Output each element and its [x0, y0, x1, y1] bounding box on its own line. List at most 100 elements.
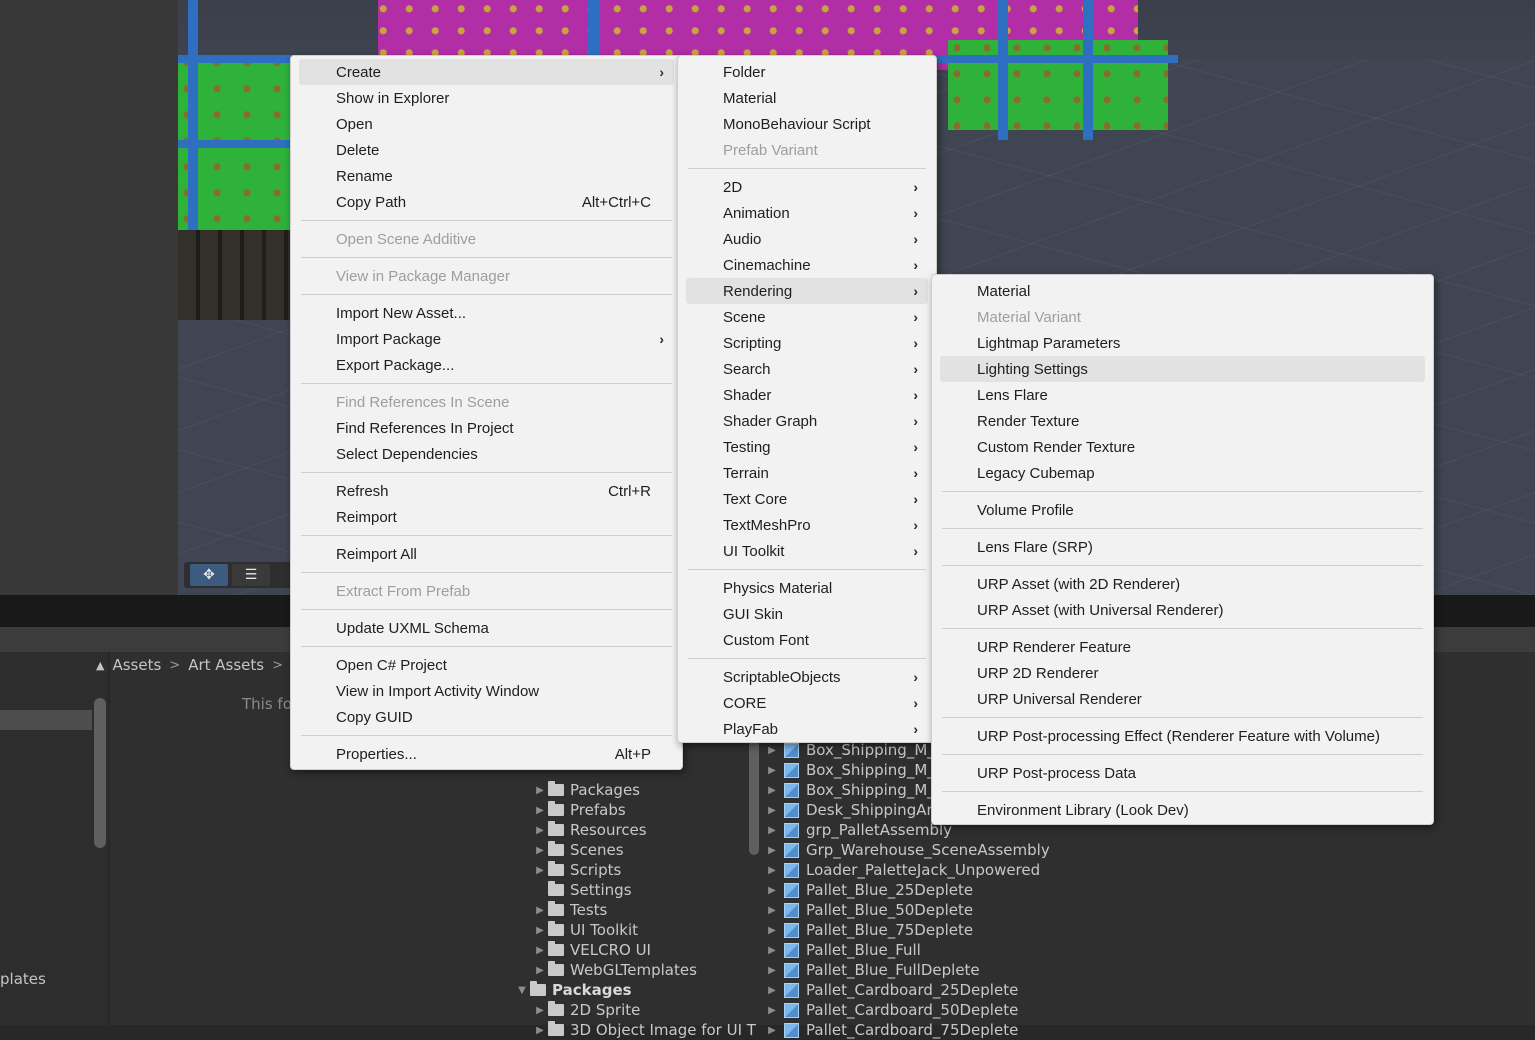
menu-item-rename[interactable]: Rename: [299, 163, 674, 189]
menu-item-render-material[interactable]: Material: [940, 278, 1425, 304]
expand-arrow-icon[interactable]: ▶: [764, 865, 780, 876]
menu-item-refresh[interactable]: Refresh Ctrl+R: [299, 478, 674, 504]
menu-item-import-new-asset[interactable]: Import New Asset...: [299, 300, 674, 326]
menu-item-custom-font[interactable]: Custom Font: [686, 627, 928, 653]
tree-item-resources[interactable]: ▶ Resources: [512, 820, 756, 840]
asset-item[interactable]: ▶ Pallet_Cardboard_50Deplete: [764, 1000, 1050, 1020]
asset-item[interactable]: ▶ Pallet_Blue_75Deplete: [764, 920, 1050, 940]
menu-item-2d[interactable]: 2D ›: [686, 174, 928, 200]
expand-arrow-icon[interactable]: ▶: [764, 985, 780, 996]
menu-item-create[interactable]: Create ›: [299, 59, 674, 85]
menu-item-copy-path[interactable]: Copy Path Alt+Ctrl+C: [299, 189, 674, 215]
menu-item-gui-skin[interactable]: GUI Skin: [686, 601, 928, 627]
breadcrumb-item[interactable]: Assets: [112, 656, 161, 674]
menu-item-show-in-explorer[interactable]: Show in Explorer: [299, 85, 674, 111]
tree-item-scenes[interactable]: ▶ Scenes: [512, 840, 756, 860]
menu-item-textmeshpro[interactable]: TextMeshPro ›: [686, 512, 928, 538]
menu-item-urp-2d-renderer[interactable]: URP 2D Renderer: [940, 660, 1425, 686]
expand-arrow-icon[interactable]: ▶: [532, 845, 548, 856]
menu-item-folder[interactable]: Folder: [686, 59, 928, 85]
menu-item-lighting-settings[interactable]: Lighting Settings: [940, 356, 1425, 382]
menu-item-urp-postprocess-effect[interactable]: URP Post-processing Effect (Renderer Fea…: [940, 723, 1425, 749]
tree-item-2d-sprite[interactable]: ▶ 2D Sprite: [512, 1000, 756, 1020]
expand-arrow-icon[interactable]: ▶: [532, 805, 548, 816]
menu-item-volume-profile[interactable]: Volume Profile: [940, 497, 1425, 523]
expand-arrow-icon[interactable]: ▶: [532, 825, 548, 836]
scroll-up-icon[interactable]: ▲: [96, 659, 104, 672]
partial-folder-label[interactable]: plates: [0, 970, 46, 988]
expand-arrow-icon[interactable]: ▶: [532, 1025, 548, 1036]
expand-arrow-icon[interactable]: ▶: [532, 965, 548, 976]
menu-item-scene[interactable]: Scene ›: [686, 304, 928, 330]
menu-item-physics-material[interactable]: Physics Material: [686, 575, 928, 601]
asset-item[interactable]: ▶ Pallet_Blue_25Deplete: [764, 880, 1050, 900]
menu-item-search[interactable]: Search ›: [686, 356, 928, 382]
expand-arrow-icon[interactable]: ▶: [532, 785, 548, 796]
menu-item-urp-universal-renderer[interactable]: URP Universal Renderer: [940, 686, 1425, 712]
tree-item-settings[interactable]: Settings: [512, 880, 756, 900]
expand-arrow-icon[interactable]: ▶: [764, 925, 780, 936]
expand-arrow-icon[interactable]: ▶: [764, 845, 780, 856]
menu-item-urp-asset-universal[interactable]: URP Asset (with Universal Renderer): [940, 597, 1425, 623]
asset-item[interactable]: ▶ Pallet_Cardboard_75Deplete: [764, 1020, 1050, 1040]
tree-item-3d-object-image[interactable]: ▶ 3D Object Image for UI T: [512, 1020, 756, 1040]
menu-item-select-dependencies[interactable]: Select Dependencies: [299, 441, 674, 467]
expand-arrow-icon[interactable]: ▶: [764, 785, 780, 796]
tree-item-webgltemplates[interactable]: ▶ WebGLTemplates: [512, 960, 756, 980]
tree-item-tests[interactable]: ▶ Tests: [512, 900, 756, 920]
menu-item-view-import-activity[interactable]: View in Import Activity Window: [299, 678, 674, 704]
menu-item-open-csharp-project[interactable]: Open C# Project: [299, 652, 674, 678]
asset-item[interactable]: ▶ Loader_PaletteJack_Unpowered: [764, 860, 1050, 880]
move-icon[interactable]: ✥: [190, 564, 228, 586]
expand-arrow-icon[interactable]: ▶: [764, 765, 780, 776]
asset-item[interactable]: ▶ Pallet_Cardboard_25Deplete: [764, 980, 1050, 1000]
menu-item-shader-graph[interactable]: Shader Graph ›: [686, 408, 928, 434]
tree-item-scripts[interactable]: ▶ Scripts: [512, 860, 756, 880]
expand-arrow-icon[interactable]: ▶: [532, 945, 548, 956]
menu-item-urp-postprocess-data[interactable]: URP Post-process Data: [940, 760, 1425, 786]
collapse-arrow-icon[interactable]: ▼: [514, 985, 530, 996]
menu-item-reimport[interactable]: Reimport: [299, 504, 674, 530]
expand-arrow-icon[interactable]: ▶: [532, 1005, 548, 1016]
asset-item[interactable]: ▶ Pallet_Blue_50Deplete: [764, 900, 1050, 920]
expand-arrow-icon[interactable]: ▶: [764, 745, 780, 756]
expand-arrow-icon[interactable]: ▶: [764, 965, 780, 976]
menu-item-properties[interactable]: Properties... Alt+P: [299, 741, 674, 767]
asset-item[interactable]: ▶ Pallet_Blue_Full: [764, 940, 1050, 960]
menu-item-shader[interactable]: Shader ›: [686, 382, 928, 408]
expand-arrow-icon[interactable]: ▶: [764, 885, 780, 896]
expand-arrow-icon[interactable]: ▶: [532, 905, 548, 916]
menu-item-environment-library[interactable]: Environment Library (Look Dev): [940, 797, 1425, 823]
menu-item-scriptable-objects[interactable]: ScriptableObjects ›: [686, 664, 928, 690]
expand-arrow-icon[interactable]: ▶: [764, 825, 780, 836]
menu-item-urp-renderer-feature[interactable]: URP Renderer Feature: [940, 634, 1425, 660]
menu-item-custom-render-texture[interactable]: Custom Render Texture: [940, 434, 1425, 460]
menu-item-copy-guid[interactable]: Copy GUID: [299, 704, 674, 730]
expand-arrow-icon[interactable]: ▶: [764, 805, 780, 816]
menu-item-export-package[interactable]: Export Package...: [299, 352, 674, 378]
folder-panel-scrollbar[interactable]: [94, 698, 106, 848]
tree-item-prefabs[interactable]: ▶ Prefabs: [512, 800, 756, 820]
menu-item-rendering[interactable]: Rendering ›: [686, 278, 928, 304]
menu-item-import-package[interactable]: Import Package ›: [299, 326, 674, 352]
menu-item-find-refs-project[interactable]: Find References In Project: [299, 415, 674, 441]
menu-item-terrain[interactable]: Terrain ›: [686, 460, 928, 486]
menu-item-cinemachine[interactable]: Cinemachine ›: [686, 252, 928, 278]
menu-item-ui-toolkit[interactable]: UI Toolkit ›: [686, 538, 928, 564]
menu-item-legacy-cubemap[interactable]: Legacy Cubemap: [940, 460, 1425, 486]
menu-item-lightmap-parameters[interactable]: Lightmap Parameters: [940, 330, 1425, 356]
menu-item-text-core[interactable]: Text Core ›: [686, 486, 928, 512]
tree-item-packages-root[interactable]: ▼ Packages: [512, 980, 756, 1000]
tree-item-packages[interactable]: ▶ Packages: [512, 780, 756, 800]
expand-arrow-icon[interactable]: ▶: [532, 865, 548, 876]
expand-arrow-icon[interactable]: ▶: [764, 1005, 780, 1016]
menu-item-render-texture[interactable]: Render Texture: [940, 408, 1425, 434]
asset-item[interactable]: ▶ Grp_Warehouse_SceneAssembly: [764, 840, 1050, 860]
expand-arrow-icon[interactable]: ▶: [764, 905, 780, 916]
menu-item-scripting[interactable]: Scripting ›: [686, 330, 928, 356]
asset-item[interactable]: ▶ Pallet_Blue_FullDeplete: [764, 960, 1050, 980]
menu-item-monobehaviour-script[interactable]: MonoBehaviour Script: [686, 111, 928, 137]
tree-item-ui-toolkit[interactable]: ▶ UI Toolkit: [512, 920, 756, 940]
menu-item-open[interactable]: Open: [299, 111, 674, 137]
sliders-icon[interactable]: ☰: [232, 564, 270, 586]
